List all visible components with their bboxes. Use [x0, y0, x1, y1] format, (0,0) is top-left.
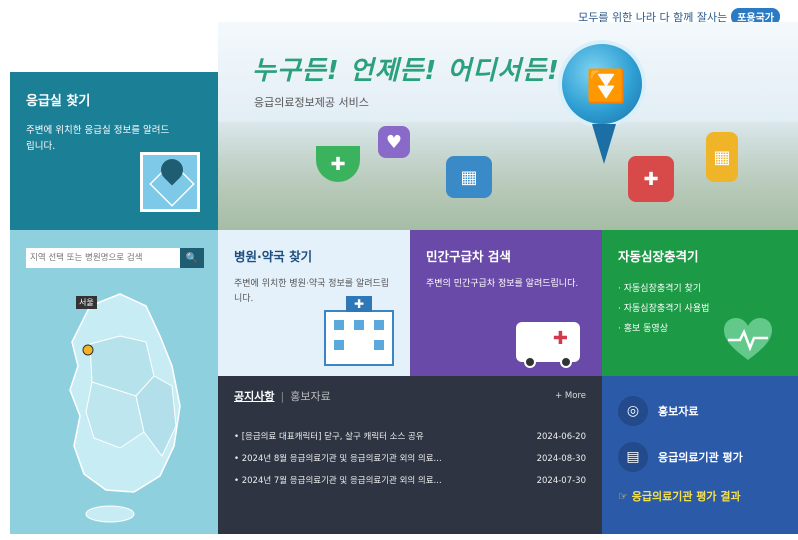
hero-slogan: 누구든! 언제든! 어디서든!	[252, 56, 560, 86]
location-pin-icon: ⏬	[558, 40, 646, 164]
aed-link-find[interactable]: · 자동심장충격기 찾기	[618, 279, 782, 299]
search-icon: 🔍	[185, 252, 199, 264]
notice-panel: 공지사항 | 홍보자료 + More • [응급의료 대표캐릭터] 닫구, 살구…	[218, 376, 602, 534]
aed-link-label: 자동심장충격기 찾기	[623, 284, 702, 294]
aed-tile: 자동심장충격기 · 자동심장충격기 찾기 · 자동심장충격기 사용법 · 홍보 …	[602, 230, 798, 376]
evaluation-result-label: 응급의료기관 평가 결과	[631, 490, 741, 503]
ambulance-icon: ✚	[628, 156, 674, 202]
notice-title: • 2024년 7월 응급의료기관 및 응급의료기관 외의 의료...	[234, 476, 442, 486]
aed-link-label: 홍보 동영상	[623, 324, 668, 334]
ambulance-desc: 주변의 민간구급차 정보를 알려드립니다.	[426, 279, 579, 289]
korea-map[interactable]	[50, 286, 190, 526]
notice-date: 2024-08-30	[536, 454, 586, 464]
hospital-evaluation-label: 응급의료기관 평가	[658, 451, 743, 464]
hero-banner: 누구든! 언제든! 어디서든! 응급의료정보제공 서비스 ⏬ ✚ ♥ ▦ ✚ ▦	[218, 22, 798, 232]
broken-heart-icon: ♥	[378, 126, 410, 158]
map-icon	[140, 152, 200, 212]
hospital-title: 병원·약국 찾기	[234, 249, 313, 264]
tab-notice[interactable]: 공지사항	[234, 388, 274, 404]
hospital-building-icon: ✚	[324, 296, 394, 366]
notice-header: 공지사항 | 홍보자료 + More	[234, 388, 586, 404]
wheel-icon	[524, 356, 536, 368]
window-icon	[354, 320, 364, 330]
hospital-evaluation-link[interactable]: ▤ 응급의료기관 평가	[618, 442, 782, 472]
emergency-room-panel[interactable]: 응급실 찾기 주변에 위치한 응급실 정보를 알려드립니다.	[10, 72, 218, 240]
search-input[interactable]	[26, 248, 180, 268]
search-box: 🔍	[26, 248, 204, 268]
more-link[interactable]: + More	[555, 391, 586, 401]
notice-date: 2024-06-20	[536, 432, 586, 442]
promo-materials-link[interactable]: ◎ 홍보자료	[618, 396, 782, 426]
notice-title-text: 2024년 7월 응급의료기관 및 응급의료기관 외의 의료...	[241, 476, 442, 486]
window-icon	[334, 320, 344, 330]
private-ambulance-tile[interactable]: 민간구급차 검색 주변의 민간구급차 정보를 알려드립니다. ✚	[410, 230, 602, 376]
notice-item[interactable]: • 2024년 8월 응급의료기관 및 응급의료기관 외의 의료... 2024…	[234, 448, 586, 470]
emergency-desc: 주변에 위치한 응급실 정보를 알려드립니다.	[26, 125, 170, 152]
document-icon: ▤	[618, 442, 648, 472]
promo-materials-label: 홍보자료	[658, 405, 699, 418]
hero-service-label: 응급의료정보제공 서비스	[254, 96, 369, 109]
map-pin-icon	[156, 154, 188, 186]
search-button[interactable]: 🔍	[180, 248, 204, 268]
promo-panel: ◎ 홍보자료 ▤ 응급의료기관 평가 ☞ 응급의료기관 평가 결과	[602, 376, 798, 534]
window-icon	[374, 320, 384, 330]
map-label-seoul[interactable]: 서울	[76, 296, 97, 309]
notice-item[interactable]: • 2024년 7월 응급의료기관 및 응급의료기관 외의 의료... 2024…	[234, 470, 586, 492]
hospital-building-icon: ▦	[446, 156, 492, 198]
notice-title-text: [응급의료 대표캐릭터] 닫구, 살구 캐릭터 소스 공유	[241, 432, 424, 442]
wheel-icon	[560, 356, 572, 368]
heart-pulse-icon	[724, 318, 772, 360]
chevron-down-icon: ⏬	[586, 67, 626, 105]
hospital-pharmacy-tile[interactable]: 병원·약국 찾기 주변에 위치한 병원·약국 정보를 알려드립니다. ✚	[218, 230, 410, 376]
ambulance-icon: ✚	[516, 322, 580, 368]
evaluation-result-link[interactable]: ☞ 응급의료기관 평가 결과	[618, 488, 782, 504]
building-icon: ▦	[706, 132, 738, 182]
window-icon	[334, 340, 344, 350]
notice-item[interactable]: • [응급의료 대표캐릭터] 닫구, 살구 캐릭터 소스 공유 2024-06-…	[234, 426, 586, 448]
aed-link-label: 자동심장충격기 사용법	[623, 304, 710, 314]
notice-date: 2024-07-30	[536, 476, 586, 486]
tab-separator: |	[280, 389, 285, 403]
notice-list: • [응급의료 대표캐릭터] 닫구, 살구 캐릭터 소스 공유 2024-06-…	[234, 426, 586, 492]
notice-title: • [응급의료 대표캐릭터] 닫구, 살구 캐릭터 소스 공유	[234, 432, 424, 442]
notice-title: • 2024년 8월 응급의료기관 및 응급의료기관 외의 의료...	[234, 454, 442, 464]
aed-title[interactable]: 자동심장충격기	[618, 246, 782, 265]
cross-icon: ✚	[346, 296, 372, 312]
pointing-hand-icon: ☞	[618, 490, 628, 503]
film-reel-icon: ◎	[618, 396, 648, 426]
ambulance-title: 민간구급차 검색	[426, 249, 511, 264]
window-icon	[374, 340, 384, 350]
emergency-title: 응급실 찾기	[26, 94, 91, 109]
region-search-panel: 🔍 서울	[10, 230, 218, 534]
notice-title-text: 2024년 8월 응급의료기관 및 응급의료기관 외의 의료...	[241, 454, 442, 464]
cross-icon: ✚	[552, 328, 568, 349]
tab-promotion[interactable]: 홍보자료	[290, 388, 330, 404]
